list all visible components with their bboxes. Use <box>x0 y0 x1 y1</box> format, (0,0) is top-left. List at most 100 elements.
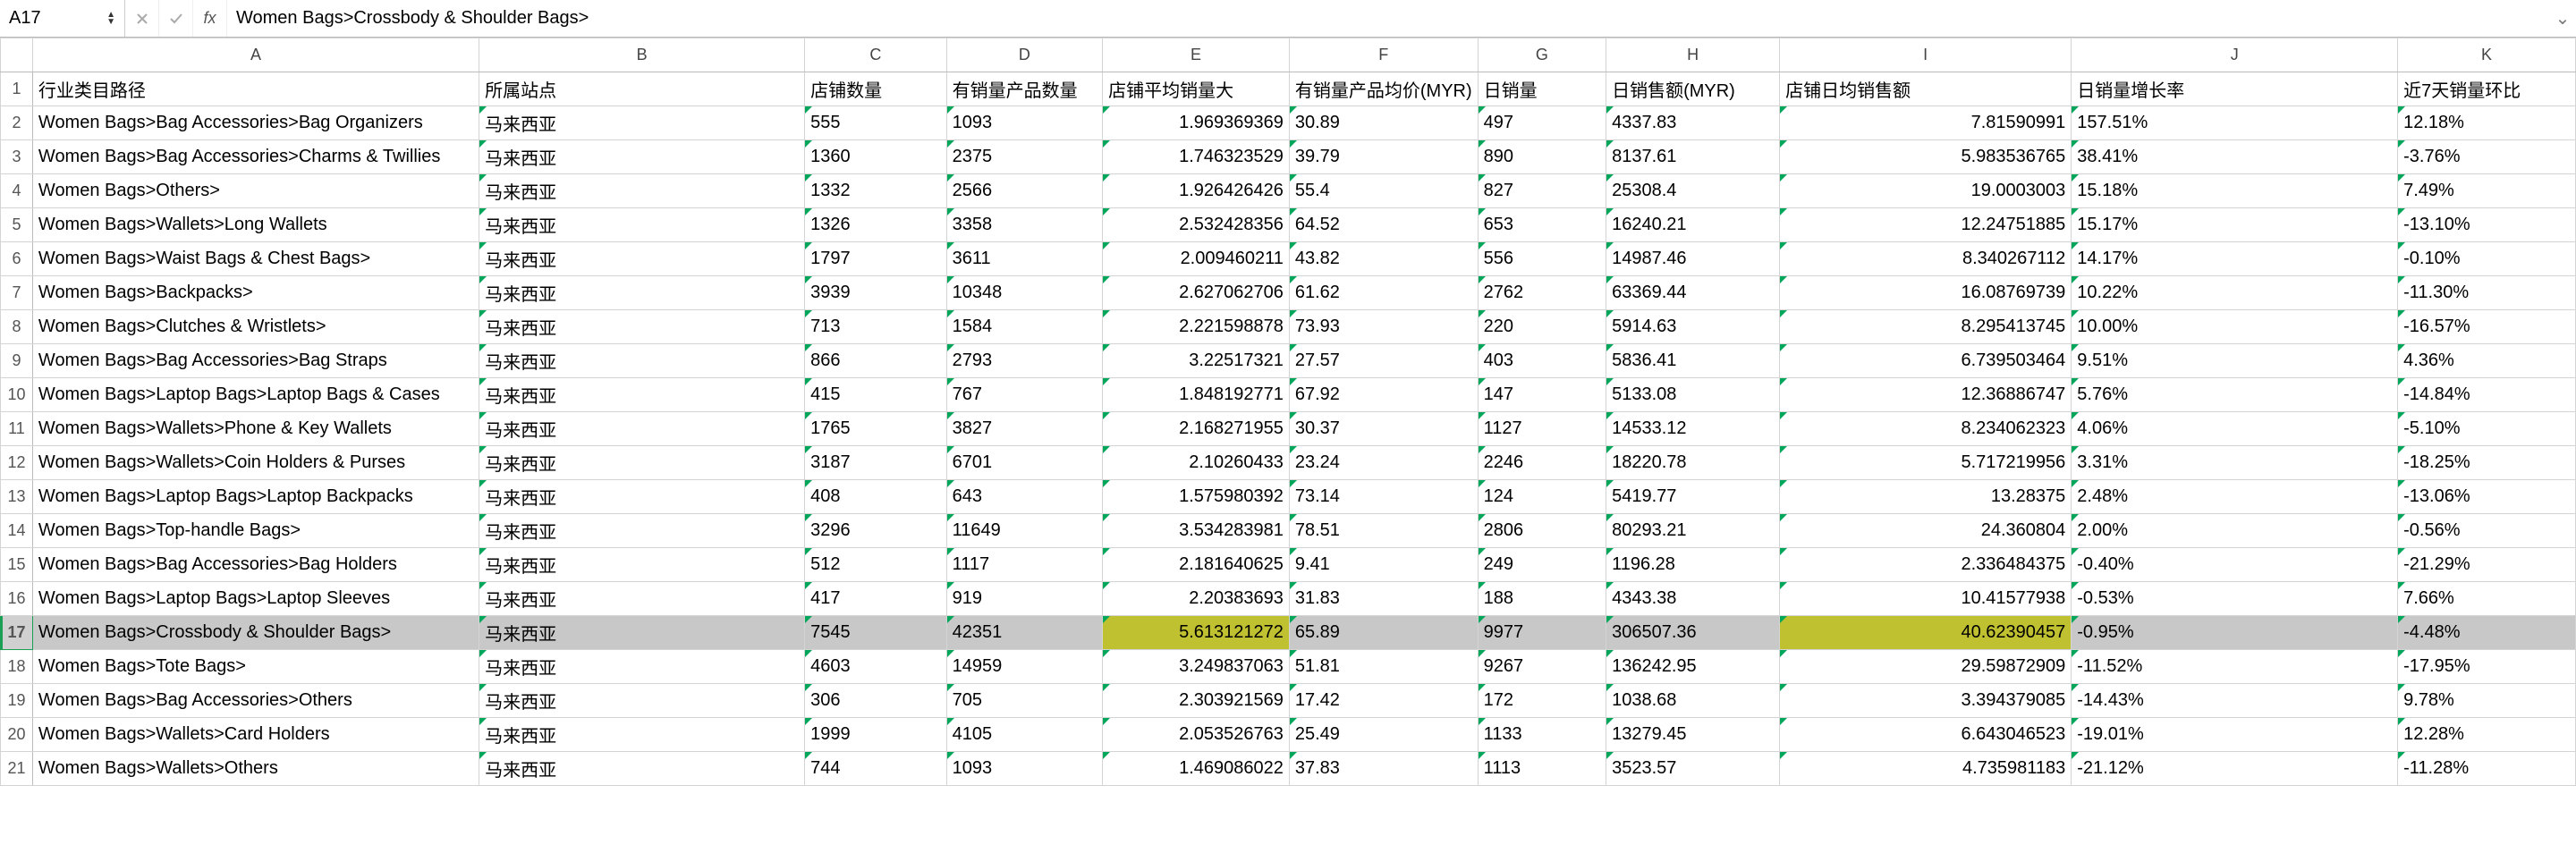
cell-D5[interactable]: 3358 <box>946 208 1103 242</box>
row-header[interactable]: 4 <box>1 174 33 208</box>
table-row[interactable]: 15Women Bags>Bag Accessories>Bag Holders… <box>1 548 2576 582</box>
cell-K6[interactable]: -0.10% <box>2398 242 2576 276</box>
cell-A16[interactable]: Women Bags>Laptop Bags>Laptop Sleeves <box>32 582 479 616</box>
cell-K3[interactable]: -3.76% <box>2398 140 2576 174</box>
cell-G17[interactable]: 9977 <box>1478 616 1606 650</box>
cell-J17[interactable]: -0.95% <box>2072 616 2398 650</box>
cell-B15[interactable]: 马来西亚 <box>479 548 805 582</box>
cell-K7[interactable]: -11.30% <box>2398 276 2576 310</box>
cell-K21[interactable]: -11.28% <box>2398 752 2576 786</box>
cell-H18[interactable]: 136242.95 <box>1606 650 1780 684</box>
cell-A12[interactable]: Women Bags>Wallets>Coin Holders & Purses <box>32 446 479 480</box>
column-header-H[interactable]: H <box>1606 38 1780 72</box>
cell-A11[interactable]: Women Bags>Wallets>Phone & Key Wallets <box>32 412 479 446</box>
cell-A17[interactable]: Women Bags>Crossbody & Shoulder Bags> <box>32 616 479 650</box>
cell-C4[interactable]: 1332 <box>805 174 947 208</box>
cell-K13[interactable]: -13.06% <box>2398 480 2576 514</box>
table-row[interactable]: 9Women Bags>Bag Accessories>Bag Straps马来… <box>1 344 2576 378</box>
cell-A2[interactable]: Women Bags>Bag Accessories>Bag Organizer… <box>32 106 479 140</box>
cell-I19[interactable]: 3.394379085 <box>1780 684 2072 718</box>
cell-C5[interactable]: 1326 <box>805 208 947 242</box>
cell-K10[interactable]: -14.84% <box>2398 378 2576 412</box>
table-row[interactable]: 8Women Bags>Clutches & Wristlets>马来西亚713… <box>1 310 2576 344</box>
cell-E13[interactable]: 1.575980392 <box>1103 480 1290 514</box>
cell-D4[interactable]: 2566 <box>946 174 1103 208</box>
cell-C16[interactable]: 417 <box>805 582 947 616</box>
row-header[interactable]: 6 <box>1 242 33 276</box>
cell-G15[interactable]: 249 <box>1478 548 1606 582</box>
cell-H13[interactable]: 5419.77 <box>1606 480 1780 514</box>
table-row[interactable]: 16Women Bags>Laptop Bags>Laptop Sleeves马… <box>1 582 2576 616</box>
cell-A4[interactable]: Women Bags>Others> <box>32 174 479 208</box>
column-header-E[interactable]: E <box>1103 38 1290 72</box>
cell-F10[interactable]: 67.92 <box>1289 378 1478 412</box>
cell-E10[interactable]: 1.848192771 <box>1103 378 1290 412</box>
cell-H10[interactable]: 5133.08 <box>1606 378 1780 412</box>
cell-B5[interactable]: 马来西亚 <box>479 208 805 242</box>
cell-I12[interactable]: 5.717219956 <box>1780 446 2072 480</box>
row-header[interactable]: 17 <box>1 616 33 650</box>
cell-D10[interactable]: 767 <box>946 378 1103 412</box>
column-header-I[interactable]: I <box>1780 38 2072 72</box>
cell-H19[interactable]: 1038.68 <box>1606 684 1780 718</box>
row-header[interactable]: 14 <box>1 514 33 548</box>
table-row[interactable]: 14Women Bags>Top-handle Bags>马来西亚3296116… <box>1 514 2576 548</box>
cell-B16[interactable]: 马来西亚 <box>479 582 805 616</box>
cell-B17[interactable]: 马来西亚 <box>479 616 805 650</box>
cell-D8[interactable]: 1584 <box>946 310 1103 344</box>
cell-F12[interactable]: 23.24 <box>1289 446 1478 480</box>
cell-C9[interactable]: 866 <box>805 344 947 378</box>
cell-E21[interactable]: 1.469086022 <box>1103 752 1290 786</box>
cell-K20[interactable]: 12.28% <box>2398 718 2576 752</box>
row-header[interactable]: 9 <box>1 344 33 378</box>
cell-C17[interactable]: 7545 <box>805 616 947 650</box>
cell-D9[interactable]: 2793 <box>946 344 1103 378</box>
cell-K9[interactable]: 4.36% <box>2398 344 2576 378</box>
cell-I15[interactable]: 2.336484375 <box>1780 548 2072 582</box>
select-all-corner[interactable] <box>1 38 33 72</box>
cell-I21[interactable]: 4.735981183 <box>1780 752 2072 786</box>
cell-D14[interactable]: 11649 <box>946 514 1103 548</box>
cell-E4[interactable]: 1.926426426 <box>1103 174 1290 208</box>
cell-D13[interactable]: 643 <box>946 480 1103 514</box>
cell-A14[interactable]: Women Bags>Top-handle Bags> <box>32 514 479 548</box>
cell-I8[interactable]: 8.295413745 <box>1780 310 2072 344</box>
cell-F19[interactable]: 17.42 <box>1289 684 1478 718</box>
cell-G1[interactable]: 日销量 <box>1478 72 1606 106</box>
table-row[interactable]: 7Women Bags>Backpacks>马来西亚3939103482.627… <box>1 276 2576 310</box>
row-header[interactable]: 7 <box>1 276 33 310</box>
cell-B3[interactable]: 马来西亚 <box>479 140 805 174</box>
name-box-spinner[interactable]: ▲ ▼ <box>106 12 115 26</box>
cell-B13[interactable]: 马来西亚 <box>479 480 805 514</box>
cell-J9[interactable]: 9.51% <box>2072 344 2398 378</box>
cell-B20[interactable]: 马来西亚 <box>479 718 805 752</box>
cell-F21[interactable]: 37.83 <box>1289 752 1478 786</box>
row-header[interactable]: 20 <box>1 718 33 752</box>
cell-D6[interactable]: 3611 <box>946 242 1103 276</box>
row-header[interactable]: 2 <box>1 106 33 140</box>
cell-A9[interactable]: Women Bags>Bag Accessories>Bag Straps <box>32 344 479 378</box>
cell-J8[interactable]: 10.00% <box>2072 310 2398 344</box>
cell-C10[interactable]: 415 <box>805 378 947 412</box>
cell-G5[interactable]: 653 <box>1478 208 1606 242</box>
cell-E14[interactable]: 3.534283981 <box>1103 514 1290 548</box>
cell-H9[interactable]: 5836.41 <box>1606 344 1780 378</box>
cell-A15[interactable]: Women Bags>Bag Accessories>Bag Holders <box>32 548 479 582</box>
cell-G7[interactable]: 2762 <box>1478 276 1606 310</box>
cell-I20[interactable]: 6.643046523 <box>1780 718 2072 752</box>
cell-A6[interactable]: Women Bags>Waist Bags & Chest Bags> <box>32 242 479 276</box>
cell-I10[interactable]: 12.36886747 <box>1780 378 2072 412</box>
formula-expand-button[interactable]: ⌄ <box>2549 7 2576 30</box>
cell-J7[interactable]: 10.22% <box>2072 276 2398 310</box>
cell-F9[interactable]: 27.57 <box>1289 344 1478 378</box>
cell-G11[interactable]: 1127 <box>1478 412 1606 446</box>
cell-B7[interactable]: 马来西亚 <box>479 276 805 310</box>
cell-C2[interactable]: 555 <box>805 106 947 140</box>
row-header[interactable]: 5 <box>1 208 33 242</box>
cell-A13[interactable]: Women Bags>Laptop Bags>Laptop Backpacks <box>32 480 479 514</box>
cell-G3[interactable]: 890 <box>1478 140 1606 174</box>
cell-F17[interactable]: 65.89 <box>1289 616 1478 650</box>
cell-J1[interactable]: 日销量增长率 <box>2072 72 2398 106</box>
cell-E3[interactable]: 1.746323529 <box>1103 140 1290 174</box>
cell-H21[interactable]: 3523.57 <box>1606 752 1780 786</box>
